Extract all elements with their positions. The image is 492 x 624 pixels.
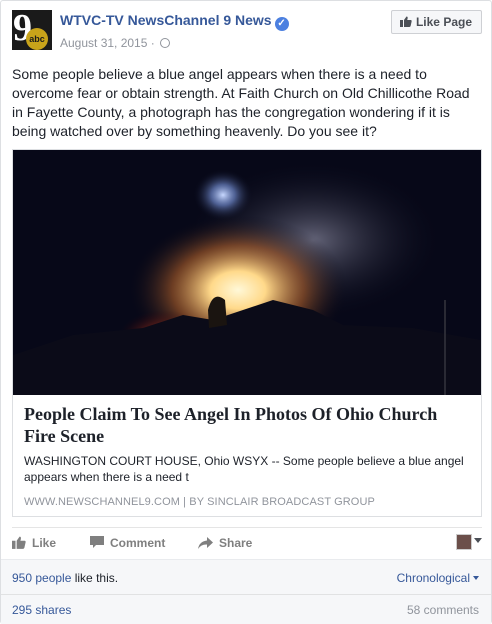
globe-icon [160,38,171,48]
thumbs-up-icon [399,16,412,27]
comment-button[interactable]: Comment [90,536,165,550]
caret-down-icon [473,576,479,580]
comments-count-link[interactable]: 58 comments [407,603,479,617]
avatar-logo-badge: abc [26,28,48,50]
divider [1,594,491,595]
comment-sort-dropdown[interactable]: Chronological [397,571,479,585]
likes-suffix: like this. [71,571,119,585]
share-button[interactable]: Share [198,536,252,550]
shares-count-link[interactable]: 295 shares [12,603,71,617]
post-feedback-area: 950 people like this. Chronological 295 … [1,559,491,624]
comment-button-label: Comment [110,536,166,550]
likes-summary: 950 people like this. [12,571,118,585]
link-preview-body: People Claim To See Angel In Photos Of O… [24,403,472,509]
like-button[interactable]: Like [12,536,56,550]
comment-icon [90,536,104,548]
page-avatar[interactable]: 9 abc [12,10,52,50]
share-button-label: Share [219,536,253,550]
page-name-text: WTVC-TV NewsChannel 9 News [60,12,272,28]
post-header: 9 abc WTVC-TV NewsChannel 9 News ✓ August… [12,10,482,54]
post-action-bar: Like Comment Share [12,527,482,559]
like-button-label: Like [32,536,57,550]
link-preview-image[interactable] [13,150,481,395]
post-message: Some people believe a blue angel appears… [12,66,470,139]
church-fire-night-photo [13,150,481,395]
share-icon [198,537,213,549]
post-date-text: August 31, 2015 · [60,36,155,50]
thumbs-up-icon [12,536,26,549]
link-preview-card[interactable]: People Claim To See Angel In Photos Of O… [12,149,482,517]
link-title[interactable]: People Claim To See Angel In Photos Of O… [24,403,472,447]
caret-down-icon[interactable] [474,538,482,543]
likes-count-link[interactable]: 950 people [12,571,71,585]
verified-badge-icon: ✓ [274,17,289,31]
like-page-label: Like Page [415,15,472,29]
comment-sort-label: Chronological [396,571,470,585]
link-source: WWW.NEWSCHANNEL9.COM | BY SINCLAIR BROAD… [24,496,375,508]
page-name-link[interactable]: WTVC-TV NewsChannel 9 News ✓ [60,12,289,31]
link-description: WASHINGTON COURT HOUSE, Ohio WSYX -- Som… [24,454,464,484]
post-as-avatar[interactable] [456,534,472,550]
like-page-button[interactable]: Like Page [390,10,482,34]
post-timestamp[interactable]: August 31, 2015 · [60,36,171,50]
facebook-post: 9 abc WTVC-TV NewsChannel 9 News ✓ August… [0,0,492,624]
